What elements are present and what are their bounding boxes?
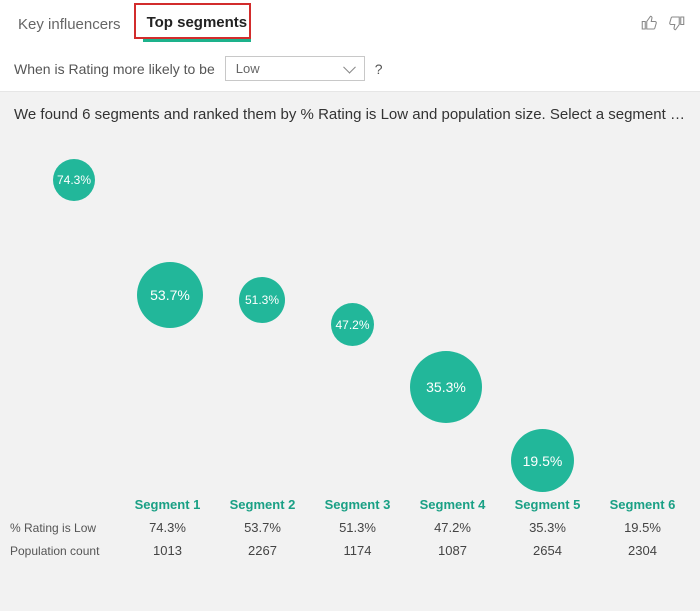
segment-header[interactable]: Segment 4 (405, 497, 500, 512)
table-cell: 53.7% (215, 520, 310, 535)
segment-bubble-4[interactable]: 47.2% (331, 303, 374, 346)
row-label-pop: Population count (10, 544, 120, 558)
question-prefix: When is Rating more likely to be (14, 61, 215, 77)
table-cell: 2267 (215, 543, 310, 558)
thumbs-up-icon[interactable] (640, 14, 658, 37)
summary-text: We found 6 segments and ranked them by %… (10, 106, 690, 129)
tab-top-segments[interactable]: Top segments (143, 8, 252, 42)
question-suffix: ? (375, 61, 383, 77)
segment-table: Segment 1 Segment 2 Segment 3 Segment 4 … (10, 493, 690, 562)
question-row: When is Rating more likely to be Low ? (0, 42, 700, 91)
table-row-pop: Population count 1013 2267 1174 1087 265… (10, 539, 690, 562)
segment-bubble-2[interactable]: 53.7% (137, 262, 203, 328)
tab-bar: Key influencers Top segments (0, 0, 700, 42)
table-cell: 1013 (120, 543, 215, 558)
table-cell: 74.3% (120, 520, 215, 535)
table-cell: 2654 (500, 543, 595, 558)
segment-bubble-5[interactable]: 35.3% (410, 351, 482, 423)
table-cell: 35.3% (500, 520, 595, 535)
segment-bubble-6[interactable]: 19.5% (511, 429, 574, 492)
tab-key-influencers[interactable]: Key influencers (14, 10, 125, 41)
segment-header[interactable]: Segment 1 (120, 497, 215, 512)
table-header-row: Segment 1 Segment 2 Segment 3 Segment 4 … (10, 493, 690, 516)
segment-bubble-1[interactable]: 74.3% (53, 159, 95, 201)
table-cell: 19.5% (595, 520, 690, 535)
segment-header[interactable]: Segment 3 (310, 497, 405, 512)
value-dropdown[interactable]: Low (225, 56, 365, 81)
thumbs-down-icon[interactable] (668, 14, 686, 37)
table-cell: 1174 (310, 543, 405, 558)
feedback-controls (640, 14, 686, 37)
table-cell: 2304 (595, 543, 690, 558)
segment-header[interactable]: Segment 2 (215, 497, 310, 512)
table-cell: 47.2% (405, 520, 500, 535)
table-row-pct: % Rating is Low 74.3% 53.7% 51.3% 47.2% … (10, 516, 690, 539)
dropdown-selected-value: Low (236, 61, 260, 76)
segment-header[interactable]: Segment 6 (595, 497, 690, 512)
segment-bubble-3[interactable]: 51.3% (239, 277, 285, 323)
row-label-pct: % Rating is Low (10, 521, 120, 535)
segment-header[interactable]: Segment 5 (500, 497, 595, 512)
chart-area: We found 6 segments and ranked them by %… (0, 91, 700, 611)
bubble-chart: 74.3% 53.7% 51.3% 47.2% 35.3% 19.5% (14, 129, 686, 489)
table-cell: 51.3% (310, 520, 405, 535)
table-cell: 1087 (405, 543, 500, 558)
